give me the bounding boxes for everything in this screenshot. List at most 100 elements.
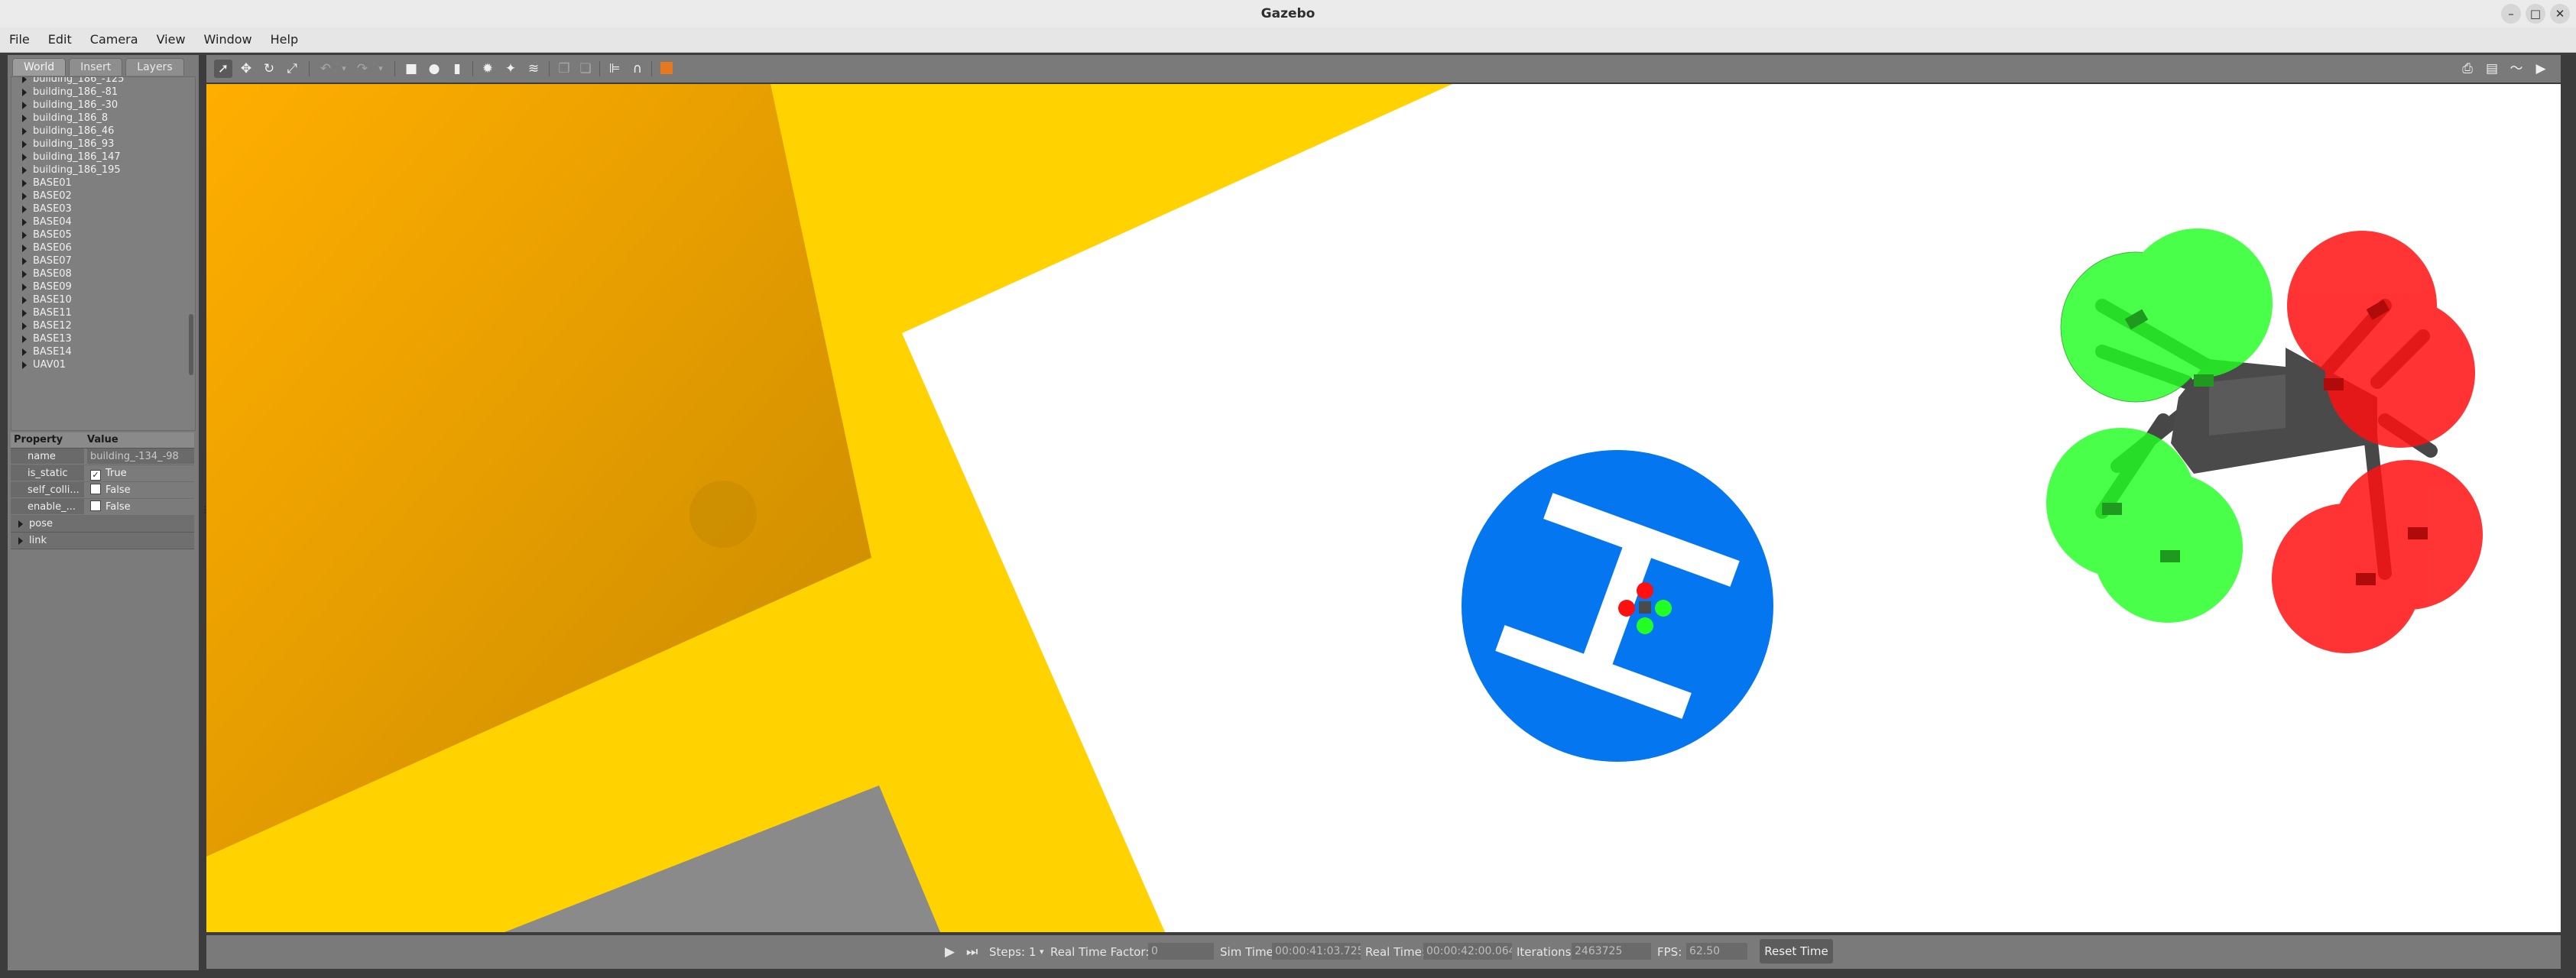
copy-icon[interactable]: ❐	[555, 60, 573, 78]
expand-arrow-icon[interactable]	[22, 128, 27, 135]
panel-splitter-handle[interactable]: ⋮	[200, 504, 209, 518]
spot-light-icon[interactable]: ✦	[501, 60, 520, 78]
minimize-icon[interactable]: –	[2501, 4, 2521, 24]
expand-arrow-icon[interactable]	[22, 322, 27, 330]
tree-item[interactable]: BASE05	[11, 228, 195, 241]
tree-item[interactable]: BASE13	[11, 332, 195, 345]
play-icon[interactable]: ▶	[945, 935, 955, 969]
tree-item[interactable]: BASE10	[11, 293, 195, 306]
tab-world[interactable]: World	[12, 58, 67, 76]
expand-arrow-icon[interactable]	[22, 361, 27, 369]
reset-time-button[interactable]: Reset Time	[1760, 939, 1833, 963]
scene-render[interactable]	[206, 84, 2561, 932]
color-swatch-icon[interactable]	[657, 60, 676, 78]
expand-arrow-icon[interactable]	[22, 348, 27, 356]
redo-menu-icon[interactable]: ▾	[371, 60, 390, 78]
close-icon[interactable]: ✕	[2550, 4, 2570, 24]
menu-view[interactable]: View	[148, 28, 195, 52]
tree-item[interactable]: building_186_46	[11, 125, 195, 138]
tree-item[interactable]: BASE12	[11, 319, 195, 332]
menu-window[interactable]: Window	[195, 28, 261, 52]
directional-light-icon[interactable]: ≋	[524, 60, 543, 78]
expand-arrow-icon[interactable]	[22, 180, 27, 187]
menu-help[interactable]: Help	[261, 28, 307, 52]
screenshot-icon[interactable]: ⎙	[2458, 60, 2477, 78]
tree-item[interactable]: building_186_8	[11, 112, 195, 125]
expand-arrow-icon[interactable]	[22, 335, 27, 343]
steps-value[interactable]: 1	[1029, 935, 1037, 969]
tab-insert[interactable]: Insert	[69, 58, 123, 76]
snap-icon[interactable]: ∩	[628, 60, 647, 78]
expand-arrow-icon[interactable]	[22, 77, 27, 83]
expand-arrow-icon[interactable]	[22, 141, 27, 148]
steps-dropdown-icon[interactable]: ▾	[1040, 935, 1044, 969]
expand-arrow-icon[interactable]	[22, 296, 27, 304]
expand-arrow-icon[interactable]	[22, 154, 27, 161]
tree-item[interactable]: BASE02	[11, 189, 195, 202]
tree-item[interactable]: UAV01	[11, 358, 195, 371]
align-icon[interactable]: ⊫	[605, 60, 624, 78]
log-icon[interactable]: ▤	[2483, 60, 2501, 78]
tree-item[interactable]: BASE14	[11, 345, 195, 358]
translate-icon[interactable]: ✥	[237, 60, 255, 78]
tree-item[interactable]: building_186_-125	[11, 77, 195, 86]
tree-item[interactable]: BASE09	[11, 280, 195, 293]
expand-arrow-icon[interactable]	[22, 219, 27, 226]
redo-icon[interactable]: ↷	[353, 60, 371, 78]
sphere-icon[interactable]: ●	[425, 60, 443, 78]
rotate-icon[interactable]: ↻	[260, 60, 278, 78]
tree-item[interactable]: building_186_93	[11, 138, 195, 151]
step-icon[interactable]: ⏭	[966, 935, 978, 969]
menu-file[interactable]: File	[0, 28, 39, 52]
property-group-link[interactable]: link	[11, 533, 194, 549]
expand-arrow-icon[interactable]	[22, 244, 27, 252]
expand-arrow-icon[interactable]	[22, 270, 27, 278]
expand-arrow-icon[interactable]	[22, 232, 27, 239]
property-group-pose[interactable]: pose	[11, 516, 194, 533]
expand-arrow-icon[interactable]	[22, 167, 27, 174]
expand-arrow-icon[interactable]	[18, 537, 23, 545]
tree-item[interactable]: BASE01	[11, 176, 195, 189]
tree-item[interactable]: BASE06	[11, 241, 195, 254]
menu-edit[interactable]: Edit	[39, 28, 81, 52]
expand-arrow-icon[interactable]	[22, 89, 27, 96]
checkbox-checked-icon[interactable]: ✓	[90, 470, 101, 481]
tree-item[interactable]: BASE07	[11, 254, 195, 267]
expand-arrow-icon[interactable]	[22, 102, 27, 109]
expand-arrow-icon[interactable]	[22, 115, 27, 122]
world-tree[interactable]: building_186_-125 building_186_-81 build…	[11, 76, 196, 431]
checkbox-unchecked-icon[interactable]	[90, 484, 101, 494]
select-arrow-icon[interactable]: ➚	[214, 60, 232, 78]
expand-arrow-icon[interactable]	[22, 193, 27, 200]
expand-arrow-icon[interactable]	[18, 520, 23, 528]
tree-item[interactable]: BASE08	[11, 267, 195, 280]
cylinder-icon[interactable]: ▮	[448, 60, 466, 78]
menu-camera[interactable]: Camera	[81, 28, 148, 52]
box-icon[interactable]: ■	[402, 60, 420, 78]
point-light-icon[interactable]: ✹	[479, 60, 497, 78]
mini-prop-red	[1637, 582, 1653, 599]
tree-item[interactable]: BASE03	[11, 202, 195, 215]
3d-viewport[interactable]	[206, 84, 2561, 932]
tab-layers[interactable]: Layers	[125, 58, 184, 76]
undo-icon[interactable]: ↶	[316, 60, 335, 78]
checkbox-unchecked-icon[interactable]	[90, 500, 101, 511]
plot-icon[interactable]: 〜	[2507, 60, 2526, 78]
expand-arrow-icon[interactable]	[22, 257, 27, 265]
paste-icon[interactable]: ❏	[576, 60, 595, 78]
undo-menu-icon[interactable]: ▾	[335, 60, 353, 78]
video-record-icon[interactable]: ▶	[2532, 60, 2550, 78]
tree-item[interactable]: building_186_-30	[11, 99, 195, 112]
tree-item[interactable]: building_186_-81	[11, 86, 195, 99]
tree-item[interactable]: BASE04	[11, 215, 195, 228]
tree-item[interactable]: BASE11	[11, 306, 195, 319]
expand-arrow-icon[interactable]	[22, 206, 27, 213]
tree-item[interactable]: building_186_195	[11, 164, 195, 176]
tree-scrollbar[interactable]	[189, 314, 193, 375]
property-value[interactable]: building_-134_-98	[87, 449, 194, 464]
expand-arrow-icon[interactable]	[22, 309, 27, 317]
tree-item[interactable]: building_186_147	[11, 151, 195, 164]
expand-arrow-icon[interactable]	[22, 283, 27, 291]
scale-icon[interactable]: ⤢	[283, 60, 301, 78]
maximize-icon[interactable]: □	[2526, 4, 2545, 24]
